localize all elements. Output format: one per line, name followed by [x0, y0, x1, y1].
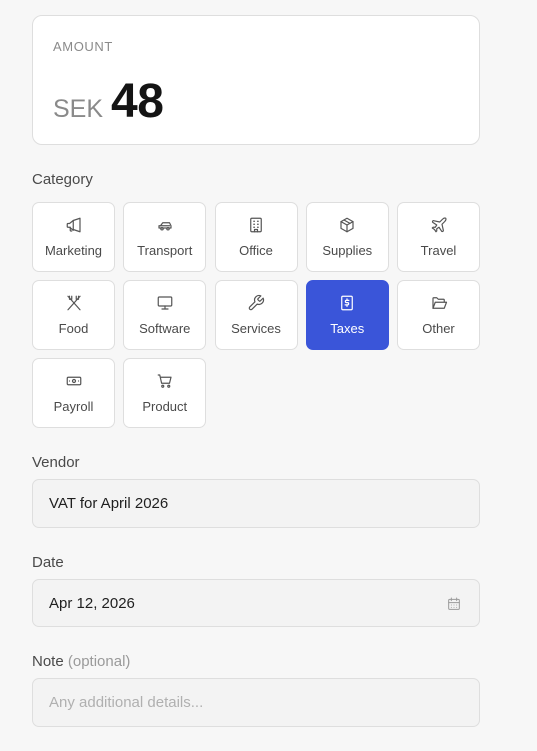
amount-label: AMOUNT [53, 39, 113, 54]
calendar-icon[interactable] [446, 596, 462, 612]
amount-currency: SEK [53, 95, 104, 123]
amount-display[interactable]: SEK 48 [53, 74, 164, 129]
car-icon [156, 216, 174, 234]
category-transport[interactable]: Transport [123, 202, 207, 272]
amount-value: 48 [111, 75, 164, 128]
note-label: Note [32, 653, 64, 670]
category-product[interactable]: Product [123, 358, 207, 428]
category-label-services: Services [231, 321, 281, 336]
category-software[interactable]: Software [123, 280, 207, 350]
category-label-food: Food [58, 321, 89, 336]
category-supplies[interactable]: Supplies [305, 202, 389, 272]
category-marketing[interactable]: Marketing [32, 202, 115, 272]
note-input[interactable] [49, 694, 463, 711]
category-label-other: Other [422, 321, 455, 336]
category-payroll[interactable]: Payroll [32, 358, 115, 428]
building-icon [247, 216, 265, 234]
megaphone-icon [65, 216, 83, 234]
date-label: Date [32, 554, 64, 571]
category-office[interactable]: Office [214, 202, 298, 272]
note-field[interactable] [32, 678, 480, 727]
category-label-travel: Travel [420, 243, 457, 258]
folder-open-icon [430, 294, 448, 312]
category-label-supplies: Supplies [322, 243, 373, 258]
monitor-icon [156, 294, 174, 312]
utensils-icon [65, 294, 83, 312]
plane-icon [430, 216, 448, 234]
vendor-field[interactable] [32, 479, 480, 528]
shopping-cart-icon [156, 372, 174, 390]
date-field[interactable] [32, 579, 480, 627]
wrench-icon [247, 294, 265, 312]
category-travel[interactable]: Travel [397, 202, 480, 272]
category-label-office: Office [239, 243, 273, 258]
vendor-label: Vendor [32, 454, 80, 471]
category-services[interactable]: Services [214, 280, 298, 350]
receipt-dollar-icon [338, 294, 356, 312]
category-grid: Marketing Transport Office Supplies Trav… [32, 202, 480, 428]
note-label-row: Note (optional) [32, 653, 130, 670]
category-taxes[interactable]: Taxes [305, 280, 389, 350]
vendor-input[interactable] [49, 495, 463, 512]
category-label-product: Product [142, 399, 188, 414]
amount-card: AMOUNT SEK 48 [32, 15, 480, 145]
category-label-transport: Transport [137, 243, 193, 258]
category-other[interactable]: Other [397, 280, 480, 350]
category-label-software: Software [139, 321, 191, 336]
category-label-marketing: Marketing [44, 243, 103, 258]
banknote-icon [65, 372, 83, 390]
category-label: Category [32, 171, 93, 188]
category-label-taxes: Taxes [330, 321, 365, 336]
category-label-payroll: Payroll [53, 399, 94, 414]
category-food[interactable]: Food [32, 280, 115, 350]
note-optional-label: (optional) [67, 653, 131, 670]
date-input[interactable] [49, 594, 463, 612]
package-icon [338, 216, 356, 234]
